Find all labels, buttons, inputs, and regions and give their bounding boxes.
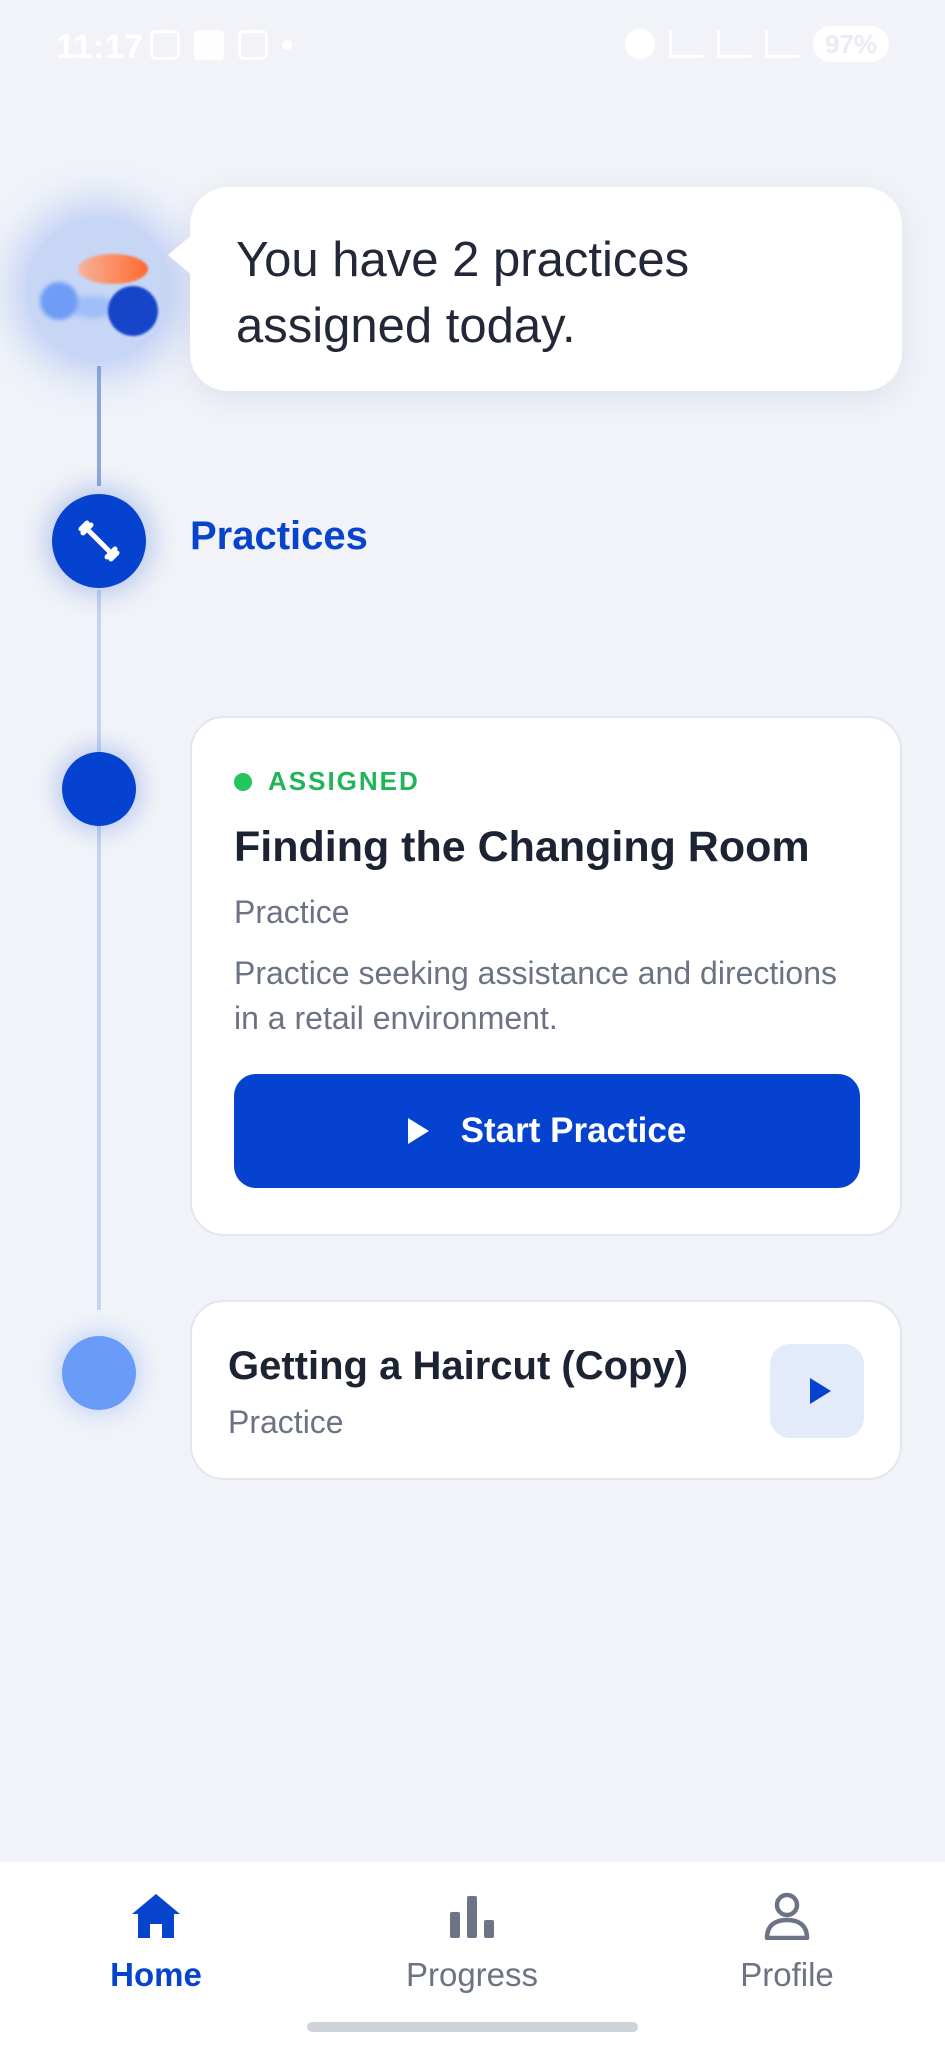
more-notifications-dot-icon	[282, 40, 292, 50]
section-title: Practices	[190, 514, 368, 558]
practice-type: Practice	[234, 894, 350, 930]
do-not-disturb-icon	[624, 29, 655, 59]
assistant-message: You have 2 practices assigned today.	[236, 233, 690, 353]
nav-home-label: Home	[110, 1956, 202, 1993]
linkedin-icon	[194, 30, 224, 60]
app-notification-icon	[150, 30, 180, 60]
signal-icon	[764, 30, 799, 58]
system-icons: 97%	[624, 26, 889, 62]
notification-icons	[150, 30, 292, 60]
start-practice-label: Start Practice	[460, 1111, 687, 1150]
nav-progress-label: Progress	[405, 1956, 539, 1993]
play-icon	[407, 1118, 429, 1144]
practice-description: Practice seeking assistance and directio…	[234, 955, 837, 1036]
status-time: 11:17	[56, 28, 144, 66]
nav-progress[interactable]: Progress	[352, 1892, 592, 2012]
start-practice-button[interactable]: Start Practice	[234, 1074, 860, 1188]
status-dot-icon	[234, 772, 252, 791]
nav-profile[interactable]: Profile	[667, 1892, 907, 2012]
wifi-icon	[716, 30, 751, 58]
person-icon	[764, 1892, 810, 1940]
practice-type: Practice	[228, 1404, 344, 1440]
home-indicator[interactable]	[307, 2022, 638, 2032]
status-badge: ASSIGNED	[268, 766, 420, 796]
practice-title: Getting a Haircut (Copy)	[228, 1344, 689, 1388]
nav-home[interactable]: Home	[36, 1892, 276, 2012]
timeline-connector	[97, 366, 101, 486]
status-row: ASSIGNED	[234, 766, 858, 797]
search-notification-icon	[238, 30, 268, 60]
nav-profile-label: Profile	[740, 1956, 834, 1993]
practice-card[interactable]: Getting a Haircut (Copy) Practice	[190, 1300, 902, 1480]
dumbbell-icon	[78, 520, 120, 562]
practice-title: Finding the Changing Room	[234, 823, 810, 871]
timeline-node	[62, 752, 136, 826]
vibrate-icon	[668, 30, 703, 58]
assistant-avatar	[26, 216, 172, 362]
play-icon	[809, 1378, 831, 1404]
assistant-message-bubble: You have 2 practices assigned today.	[168, 187, 902, 391]
battery-indicator: 97%	[812, 26, 889, 62]
timeline-node	[62, 1336, 136, 1410]
timeline-connector	[97, 590, 101, 1310]
play-practice-button[interactable]	[770, 1344, 864, 1438]
bar-chart-icon	[450, 1896, 494, 1938]
bottom-navigation: Home Progress Profile	[0, 1862, 945, 2048]
practice-card[interactable]: ASSIGNED Finding the Changing Room Pract…	[190, 716, 902, 1236]
status-bar: 11:17 97%	[0, 0, 945, 96]
home-icon	[132, 1894, 180, 1938]
practices-section-icon	[52, 494, 146, 588]
